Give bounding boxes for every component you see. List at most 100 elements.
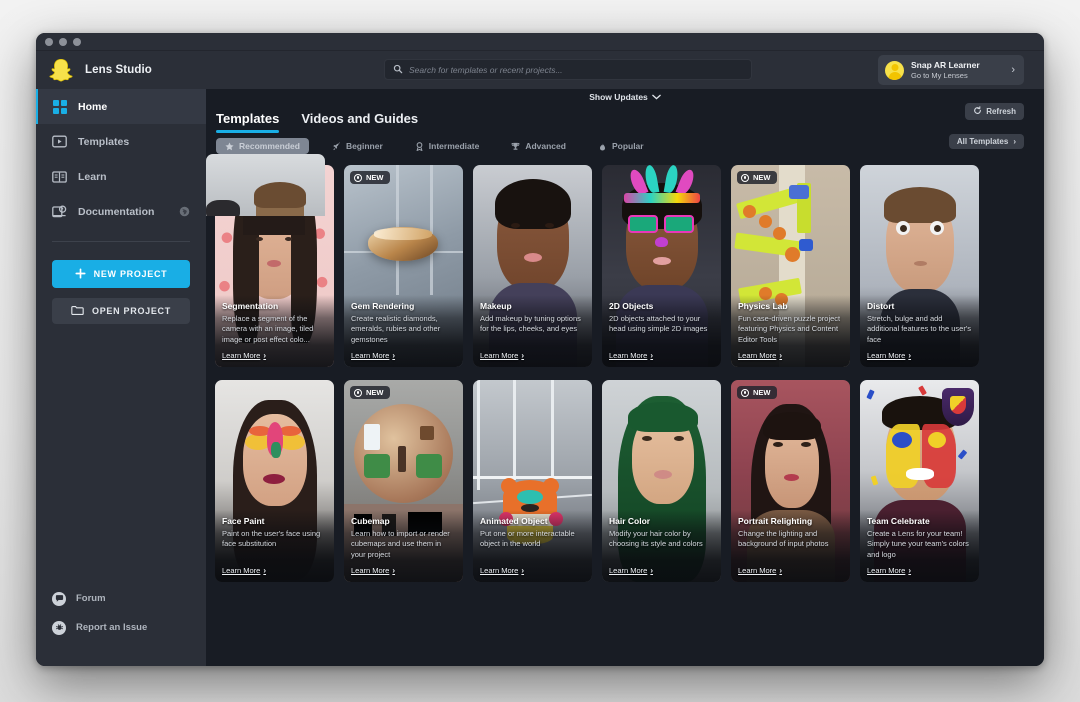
card-title: Portrait Relighting — [738, 516, 813, 526]
template-card[interactable]: NEW Portrait Relighting Change the light… — [731, 380, 850, 582]
refresh-label: Refresh — [986, 107, 1016, 116]
template-card[interactable]: Face Paint Paint on the user's face usin… — [215, 380, 334, 582]
new-badge: NEW — [737, 171, 777, 184]
chevron-right-icon: › — [521, 566, 525, 575]
new-badge: NEW — [350, 386, 390, 399]
template-card[interactable]: 2D Objects 2D objects attached to your h… — [602, 165, 721, 367]
template-card[interactable]: Hair Color Modify your hair color by cho… — [602, 380, 721, 582]
template-card[interactable]: Distort Stretch, bulge and add additiona… — [860, 165, 979, 367]
card-title: Team Celebrate — [867, 515, 930, 526]
learn-more-link[interactable]: Learn More › — [222, 566, 327, 575]
learn-more-link[interactable]: Learn More › — [867, 351, 972, 360]
sidebar-item-label: Documentation — [78, 205, 155, 218]
filter-chip-label: Beginner — [345, 141, 383, 151]
learn-more-link[interactable]: Learn More › — [480, 351, 585, 360]
account-button[interactable]: Snap AR Learner Go to My Lenses › — [878, 55, 1024, 85]
template-card-partial[interactable] — [206, 154, 325, 216]
template-card[interactable]: NEW Cubemap Learn how to import or rende… — [344, 380, 463, 582]
card-title: 2D Objects — [609, 301, 654, 311]
search-bar[interactable] — [384, 59, 752, 80]
window-zoom-button[interactable] — [73, 37, 81, 46]
learn-more-link[interactable]: Learn More › — [351, 351, 456, 360]
filter-chip-label: Intermediate — [428, 141, 480, 151]
card-description: Paint on the user's face using face subs… — [222, 529, 321, 549]
app-topbar: Lens Studio Snap AR Learner Go to My Len… — [36, 51, 1044, 89]
card-description: Fun case-driven puzzle project featuring… — [738, 313, 841, 344]
new-project-button[interactable]: NEW PROJECT — [52, 260, 190, 288]
filter-chip-intermediate[interactable]: Intermediate — [406, 138, 489, 154]
templates-scroll-area[interactable]: Segmentation Replace a segment of the ca… — [206, 154, 1044, 666]
tab-label: Templates — [216, 111, 280, 126]
doc-icon — [52, 204, 67, 219]
grid-icon — [52, 99, 67, 114]
sidebar-item-forum[interactable]: Forum — [36, 584, 206, 613]
window-body: Home Templates Learn Documentation NEW P… — [36, 89, 1044, 666]
filter-chip-beginner[interactable]: Beginner — [323, 138, 392, 154]
avatar — [885, 60, 904, 80]
window-minimize-button[interactable] — [59, 37, 67, 46]
learn-more-label: Learn More — [480, 351, 519, 360]
sidebar-item-home[interactable]: Home — [36, 89, 206, 124]
tab-templates[interactable]: Templates — [216, 111, 280, 133]
snapchat-ghost-logo-icon — [48, 57, 74, 83]
card-title: Makeup — [480, 301, 512, 311]
refresh-button[interactable]: Refresh — [965, 103, 1024, 120]
new-badge-label: NEW — [366, 388, 384, 397]
sidebar-item-report-issue[interactable]: Report an Issue — [36, 613, 206, 642]
card-title: Cubemap — [351, 515, 390, 526]
filter-chip-recommended[interactable]: Recommended — [216, 138, 309, 154]
template-card[interactable]: Animated Object Put one or more interact… — [473, 380, 592, 582]
chevron-right-icon: › — [650, 566, 654, 575]
filter-chip-popular[interactable]: Popular — [589, 138, 653, 154]
template-card[interactable]: NEW Gem Rendering Create realistic diamo… — [344, 165, 463, 367]
card-overlay: Cubemap Learn how to import or render cu… — [344, 509, 463, 582]
card-title: Hair Color — [609, 516, 651, 526]
card-title: Animated Object — [480, 516, 548, 526]
bug-icon — [52, 620, 66, 635]
show-updates-label: Show Updates — [589, 92, 648, 102]
learn-more-link[interactable]: Learn More › — [738, 566, 843, 575]
card-title: Physics Lab — [738, 300, 788, 311]
templates-grid: Segmentation Replace a segment of the ca… — [210, 165, 1044, 582]
rocket-icon — [332, 141, 341, 151]
sidebar-item-documentation[interactable]: Documentation — [36, 194, 206, 229]
template-card[interactable]: Team Celebrate Create a Lens for your te… — [860, 380, 979, 582]
sidebar-item-label: Templates — [78, 135, 130, 148]
filter-chip-advanced[interactable]: Advanced — [502, 138, 575, 154]
new-badge-label: NEW — [366, 173, 384, 182]
search-input[interactable] — [409, 64, 743, 75]
card-title: Face Paint — [222, 516, 265, 526]
learn-more-label: Learn More — [222, 351, 261, 360]
learn-more-link[interactable]: Learn More › — [609, 566, 714, 575]
learn-more-link[interactable]: Learn More › — [222, 351, 327, 360]
filter-chips-row: Recommended Beginner Intermediate Advanc… — [206, 133, 1044, 154]
open-project-button[interactable]: OPEN PROJECT — [52, 298, 190, 324]
tab-videos-and-guides[interactable]: Videos and Guides — [301, 111, 418, 133]
template-card[interactable]: Makeup Add makeup by tuning options for … — [473, 165, 592, 367]
all-templates-button[interactable]: All Templates › — [948, 134, 1024, 149]
account-name: Snap AR Learner — [911, 60, 980, 70]
learn-more-link[interactable]: Learn More › — [609, 351, 714, 360]
sidebar-divider — [52, 241, 190, 242]
learn-more-link[interactable]: Learn More › — [738, 351, 843, 360]
plus-icon — [75, 267, 86, 281]
filter-chip-label: Recommended — [239, 141, 300, 151]
updates-row: Show Updates Refresh — [206, 89, 1044, 120]
sidebar-item-templates[interactable]: Templates — [36, 124, 206, 159]
chevron-right-icon: › — [779, 566, 783, 575]
card-overlay: Gem Rendering Create realistic diamonds,… — [344, 294, 463, 367]
window-close-button[interactable] — [45, 37, 53, 46]
learn-more-link[interactable]: Learn More › — [867, 566, 972, 575]
learn-more-label: Learn More — [738, 566, 777, 575]
template-card[interactable]: NEW Physics Lab Fun case-driven puzzle p… — [731, 165, 850, 367]
sidebar-item-learn[interactable]: Learn — [36, 159, 206, 194]
main-content: Show Updates Refresh Templates Videos an… — [206, 89, 1044, 666]
lens-studio-window: Lens Studio Snap AR Learner Go to My Len… — [36, 33, 1044, 666]
card-title: Segmentation — [222, 300, 279, 311]
sidebar-footer-label: Report an Issue — [76, 622, 148, 633]
learn-more-link[interactable]: Learn More › — [480, 566, 585, 575]
show-updates-button[interactable]: Show Updates — [589, 92, 661, 102]
learn-more-link[interactable]: Learn More › — [351, 566, 456, 575]
card-description: Stretch, bulge and add additional featur… — [867, 313, 971, 344]
